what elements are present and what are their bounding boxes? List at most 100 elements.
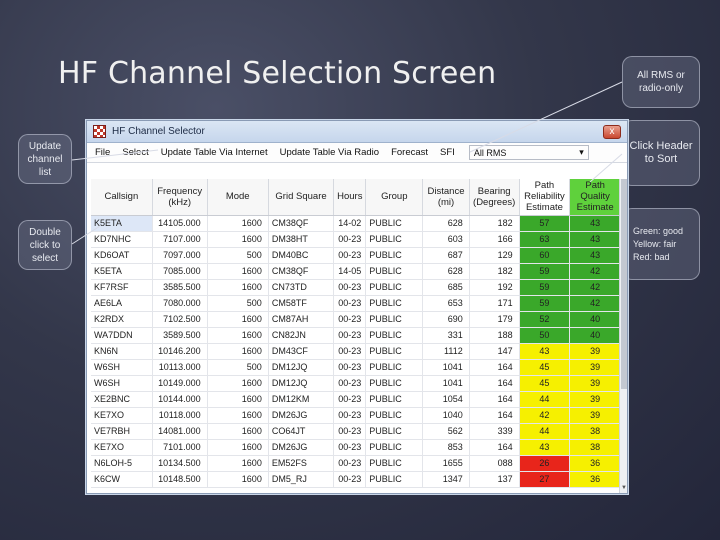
cell-hours: 00-23 <box>333 423 367 440</box>
cell-callsign: K5ETA <box>91 263 153 280</box>
cell-bearing: 088 <box>469 455 520 472</box>
rms-filter-dropdown[interactable]: All RMS ▾ <box>468 145 589 160</box>
menu-file[interactable]: File <box>95 147 110 158</box>
table-row[interactable]: KE7XO 10118.000 1600 DM26JG 00-23 PUBLIC 1040 1… <box>91 407 621 424</box>
cell-callsign: XE2BNC <box>91 391 153 408</box>
cell-frequency: 14081.000 <box>152 423 208 440</box>
cell-bearing: 164 <box>469 407 520 424</box>
menu-select[interactable]: Select <box>122 147 148 158</box>
cell-frequency: 10144.000 <box>152 391 208 408</box>
column-header-hours[interactable]: Hours <box>333 179 367 216</box>
cell-group: PUBLIC <box>365 375 424 392</box>
channel-grid: Callsign Frequency (kHz) Mode Grid Square Ho… <box>91 179 621 493</box>
column-header-callsign[interactable]: Callsign <box>91 179 153 216</box>
cell-frequency: 3589.500 <box>152 327 208 344</box>
cell-group: PUBLIC <box>365 343 424 360</box>
scrollbar-thumb[interactable] <box>621 179 627 389</box>
table-row[interactable]: WA7DDN 3589.500 1600 CN82JN 00-23 PUBLIC 331 18… <box>91 327 621 344</box>
close-icon[interactable]: x <box>603 125 621 139</box>
callout-sort-header: Click Header to Sort <box>622 120 700 186</box>
vertical-scrollbar[interactable]: ▼ <box>619 179 627 493</box>
cell-grid-square: DM38HT <box>268 231 335 248</box>
cell-hours: 14-02 <box>333 215 367 232</box>
column-header-path-quality[interactable]: Path Quality Estimate <box>569 179 621 216</box>
cell-grid-square: DM40BC <box>268 247 335 264</box>
column-header-grid-square[interactable]: Grid Square <box>268 179 335 216</box>
cell-path-quality: 40 <box>569 327 621 344</box>
cell-path-quality: 39 <box>569 359 621 376</box>
cell-bearing: 182 <box>469 215 520 232</box>
table-row[interactable]: AE6LA 7080.000 500 CM58TF 00-23 PUBLIC 653 171 5… <box>91 295 621 312</box>
table-row[interactable]: VE7RBH 14081.000 1600 CO64JT 00-23 PUBLIC 562 3… <box>91 423 621 440</box>
table-row[interactable]: N6LOH-5 10134.500 1600 EM52FS 00-23 PUBLIC 165… <box>91 455 621 472</box>
cell-bearing: 164 <box>469 391 520 408</box>
cell-path-reliability: 59 <box>519 279 571 296</box>
cell-hours: 00-23 <box>333 231 367 248</box>
menu-update-internet[interactable]: Update Table Via Internet <box>161 147 268 158</box>
cell-grid-square: DM12JQ <box>268 375 335 392</box>
menu-sfi[interactable]: SFI <box>440 147 455 158</box>
menu-update-radio[interactable]: Update Table Via Radio <box>280 147 379 158</box>
cell-distance: 690 <box>422 311 470 328</box>
cell-callsign: KE7XO <box>91 439 153 456</box>
table-row[interactable]: K2RDX 7102.500 1600 CM87AH 00-23 PUBLIC 690 179… <box>91 311 621 328</box>
cell-frequency: 10148.500 <box>152 471 208 488</box>
cell-hours: 00-23 <box>333 295 367 312</box>
table-row[interactable]: KD7NHC 7107.000 1600 DM38HT 00-23 PUBLIC 603 16… <box>91 231 621 248</box>
cell-callsign: KN6N <box>91 343 153 360</box>
column-header-frequency[interactable]: Frequency (kHz) <box>152 179 208 216</box>
table-row[interactable]: W6SH 10113.000 500 DM12JQ 00-23 PUBLIC 1041 164… <box>91 359 621 376</box>
cell-hours: 00-23 <box>333 375 367 392</box>
cell-distance: 603 <box>422 231 470 248</box>
column-header-group[interactable]: Group <box>365 179 424 216</box>
table-row[interactable]: K5ETA 7085.000 1600 CM38QF 14-05 PUBLIC 628 182… <box>91 263 621 280</box>
cell-frequency: 10118.000 <box>152 407 208 424</box>
column-header-distance[interactable]: Distance (mi) <box>422 179 470 216</box>
table-row[interactable]: W6SH 10149.000 1600 DM12JQ 00-23 PUBLIC 1041 16… <box>91 375 621 392</box>
table-row[interactable]: KD6OAT 7097.000 500 DM40BC 00-23 PUBLIC 687 129… <box>91 247 621 264</box>
cell-frequency: 7085.000 <box>152 263 208 280</box>
table-row[interactable]: KN6N 10146.200 1600 DM43CF 00-23 PUBLIC 1112 14… <box>91 343 621 360</box>
cell-distance: 653 <box>422 295 470 312</box>
cell-distance: 331 <box>422 327 470 344</box>
cell-path-reliability: 44 <box>519 391 571 408</box>
column-header-mode[interactable]: Mode <box>207 179 269 216</box>
cell-group: PUBLIC <box>365 359 424 376</box>
cell-callsign: W6SH <box>91 375 153 392</box>
cell-mode: 1600 <box>207 343 269 360</box>
cell-frequency: 10134.500 <box>152 455 208 472</box>
window-title: HF Channel Selector <box>112 126 205 137</box>
callout-color-legend: Green: good Yellow: fair Red: bad <box>622 208 700 280</box>
cell-bearing: 129 <box>469 247 520 264</box>
cell-grid-square: CO64JT <box>268 423 335 440</box>
cell-bearing: 339 <box>469 423 520 440</box>
cell-callsign: K5ETA <box>91 215 153 232</box>
column-header-path-reliability[interactable]: Path Reliability Estimate <box>519 179 571 216</box>
cell-distance: 685 <box>422 279 470 296</box>
cell-frequency: 10113.000 <box>152 359 208 376</box>
slide-title: HF Channel Selection Screen <box>58 56 497 91</box>
window-titlebar[interactable]: HF Channel Selector x <box>87 121 627 143</box>
cell-path-quality: 43 <box>569 231 621 248</box>
cell-path-quality: 43 <box>569 215 621 232</box>
table-row[interactable]: K5ETA 14105.000 1600 CM38QF 14-02 PUBLIC 628 18… <box>91 215 621 232</box>
cell-mode: 1600 <box>207 455 269 472</box>
cell-path-reliability: 45 <box>519 375 571 392</box>
cell-mode: 1600 <box>207 279 269 296</box>
cell-hours: 00-23 <box>333 439 367 456</box>
scroll-down-icon[interactable]: ▼ <box>620 485 628 491</box>
table-row[interactable]: XE2BNC 10144.000 1600 DM12KM 00-23 PUBLIC 1054… <box>91 391 621 408</box>
menu-forecast[interactable]: Forecast <box>391 147 428 158</box>
cell-path-quality: 39 <box>569 343 621 360</box>
cell-mode: 1600 <box>207 391 269 408</box>
cell-group: PUBLIC <box>365 407 424 424</box>
column-header-bearing[interactable]: Bearing (Degrees) <box>469 179 520 216</box>
cell-frequency: 7097.000 <box>152 247 208 264</box>
cell-path-reliability: 44 <box>519 423 571 440</box>
menu-bar: File Select Update Table Via Internet Up… <box>87 143 627 163</box>
table-row[interactable]: KE7XO 7101.000 1600 DM26JG 00-23 PUBLIC 853 164… <box>91 439 621 456</box>
table-row[interactable]: K6CW 10148.500 1600 DM5_RJ 00-23 PUBLIC 1347 13… <box>91 471 621 488</box>
cell-path-quality: 43 <box>569 247 621 264</box>
table-row[interactable]: KF7RSF 3585.500 1600 CN73TD 00-23 PUBLIC 685 19… <box>91 279 621 296</box>
cell-path-quality: 42 <box>569 263 621 280</box>
